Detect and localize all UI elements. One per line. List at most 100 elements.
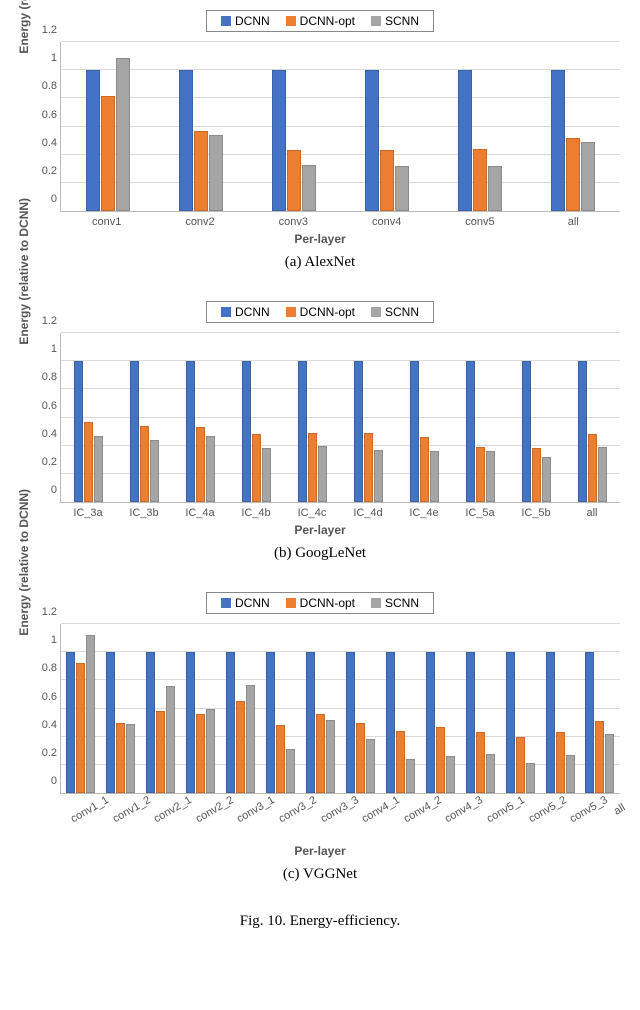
figure-caption: Fig. 10. Energy-efficiency. [10, 913, 630, 930]
bar-scnn [366, 739, 375, 793]
bar-scnn [86, 635, 95, 793]
y-tick-label: 0 [31, 193, 57, 205]
bar-dcnn_opt [436, 727, 445, 793]
legend-label-dcnn_opt: DCNN-opt [300, 305, 355, 319]
legend-swatch-dcnn [221, 16, 231, 26]
y-tick-label: 0.4 [31, 428, 57, 440]
bar-scnn [209, 135, 223, 211]
bar-group-conv2 [154, 42, 247, 211]
bar-dcnn [365, 70, 379, 211]
legend-label-dcnn: DCNN [235, 596, 270, 610]
bar-dcnn_opt [76, 663, 85, 793]
bar-group-conv2_1 [141, 624, 181, 793]
bar-scnn [94, 436, 103, 502]
y-tick-label: 0.8 [31, 80, 57, 92]
bar-group-IC_3a [61, 333, 117, 502]
legend: DCNN DCNN-opt SCNN [206, 301, 434, 323]
bar-group-IC_4e [396, 333, 452, 502]
bar-dcnn [386, 652, 395, 793]
x-tick-label: IC_4d [340, 503, 396, 519]
plot-area: 00.20.40.60.811.2Energy (relative to DCN… [60, 42, 620, 212]
bar-dcnn [346, 652, 355, 793]
bar-group-conv5 [434, 42, 527, 211]
bar-group-conv3_1 [221, 624, 261, 793]
y-tick-label: 0.8 [31, 662, 57, 674]
bar-scnn [302, 165, 316, 211]
bar-scnn [406, 759, 415, 793]
legend: DCNNDCNN-optSCNN [206, 592, 434, 614]
bar-scnn [262, 448, 271, 502]
figure-container: DCNN DCNN-opt SCNN 00.20.40.60.811.2Energy … [10, 10, 630, 930]
bar-group-conv4_2 [380, 624, 420, 793]
bars-row [61, 42, 620, 211]
legend-swatch-dcnn [221, 307, 231, 317]
bar-group-all [580, 624, 620, 793]
plot-area: 00.20.40.60.811.2Energy (relative to DCN… [60, 333, 620, 503]
legend-item-dcnn_opt: DCNN-opt [286, 305, 355, 319]
bar-group-all [564, 333, 620, 502]
bar-dcnn [242, 361, 251, 502]
bar-scnn [566, 755, 575, 793]
bar-dcnn [74, 361, 83, 502]
y-tick-label: 1.2 [31, 315, 57, 327]
bar-dcnn_opt [420, 437, 429, 502]
bar-dcnn [226, 652, 235, 793]
x-tick-label: IC_3b [116, 503, 172, 519]
bar-scnn [166, 686, 175, 793]
bar-dcnn [298, 361, 307, 502]
bar-scnn [395, 166, 409, 211]
bar-dcnn [130, 361, 139, 502]
x-tick-label: conv2 [153, 212, 246, 228]
bar-scnn [526, 763, 535, 793]
subcaption-a: (a) AlexNet [10, 254, 630, 271]
x-tick-label: all [564, 503, 620, 519]
bar-dcnn [585, 652, 594, 793]
bar-dcnn_opt [196, 714, 205, 793]
bar-group-conv5_3 [540, 624, 580, 793]
legend-label-dcnn_opt: DCNN-opt [300, 596, 355, 610]
bar-dcnn [86, 70, 100, 211]
bar-dcnn_opt [236, 701, 245, 793]
y-tick-label: 0.2 [31, 747, 57, 759]
y-tick-label: 0.6 [31, 109, 57, 121]
bar-group-conv1_2 [101, 624, 141, 793]
bar-dcnn [551, 70, 565, 211]
bar-group-all [527, 42, 620, 211]
legend-item-dcnn: DCNN [221, 596, 270, 610]
bar-dcnn_opt [516, 737, 525, 793]
legend-swatch-scnn [371, 307, 381, 317]
legend-item-dcnn_opt: DCNN-opt [286, 14, 355, 28]
bar-dcnn [179, 70, 193, 211]
bar-dcnn_opt [84, 422, 93, 502]
bar-scnn [598, 447, 607, 502]
bar-dcnn [546, 652, 555, 793]
x-tick-label: all [527, 212, 620, 228]
bar-group-conv3_2 [261, 624, 301, 793]
y-tick-label: 0.4 [31, 137, 57, 149]
bar-dcnn [186, 361, 195, 502]
bar-group-conv5_1 [460, 624, 500, 793]
bar-dcnn [578, 361, 587, 502]
x-tick-label: conv4 [340, 212, 433, 228]
y-axis-title: Energy (relative to DCNN) [17, 197, 31, 344]
bar-dcnn [306, 652, 315, 793]
bar-dcnn_opt [116, 723, 125, 793]
bar-dcnn_opt [473, 149, 487, 211]
bar-dcnn_opt [356, 723, 365, 793]
bar-dcnn_opt [476, 447, 485, 502]
y-axis-title: Energy (relative to DCNN) [17, 0, 31, 53]
bar-dcnn_opt [101, 96, 115, 211]
legend-item-scnn: SCNN [371, 305, 419, 319]
bar-dcnn_opt [252, 434, 261, 502]
legend-item-dcnn: DCNN [221, 305, 270, 319]
bar-group-IC_4a [173, 333, 229, 502]
bar-dcnn_opt [140, 426, 149, 502]
bar-scnn [126, 724, 135, 793]
y-tick-label: 1.2 [31, 24, 57, 36]
y-tick-label: 0.4 [31, 719, 57, 731]
bar-dcnn [266, 652, 275, 793]
bar-group-conv4_3 [420, 624, 460, 793]
y-tick-label: 0.6 [31, 400, 57, 412]
bar-scnn [488, 166, 502, 211]
bar-group-conv4 [341, 42, 434, 211]
